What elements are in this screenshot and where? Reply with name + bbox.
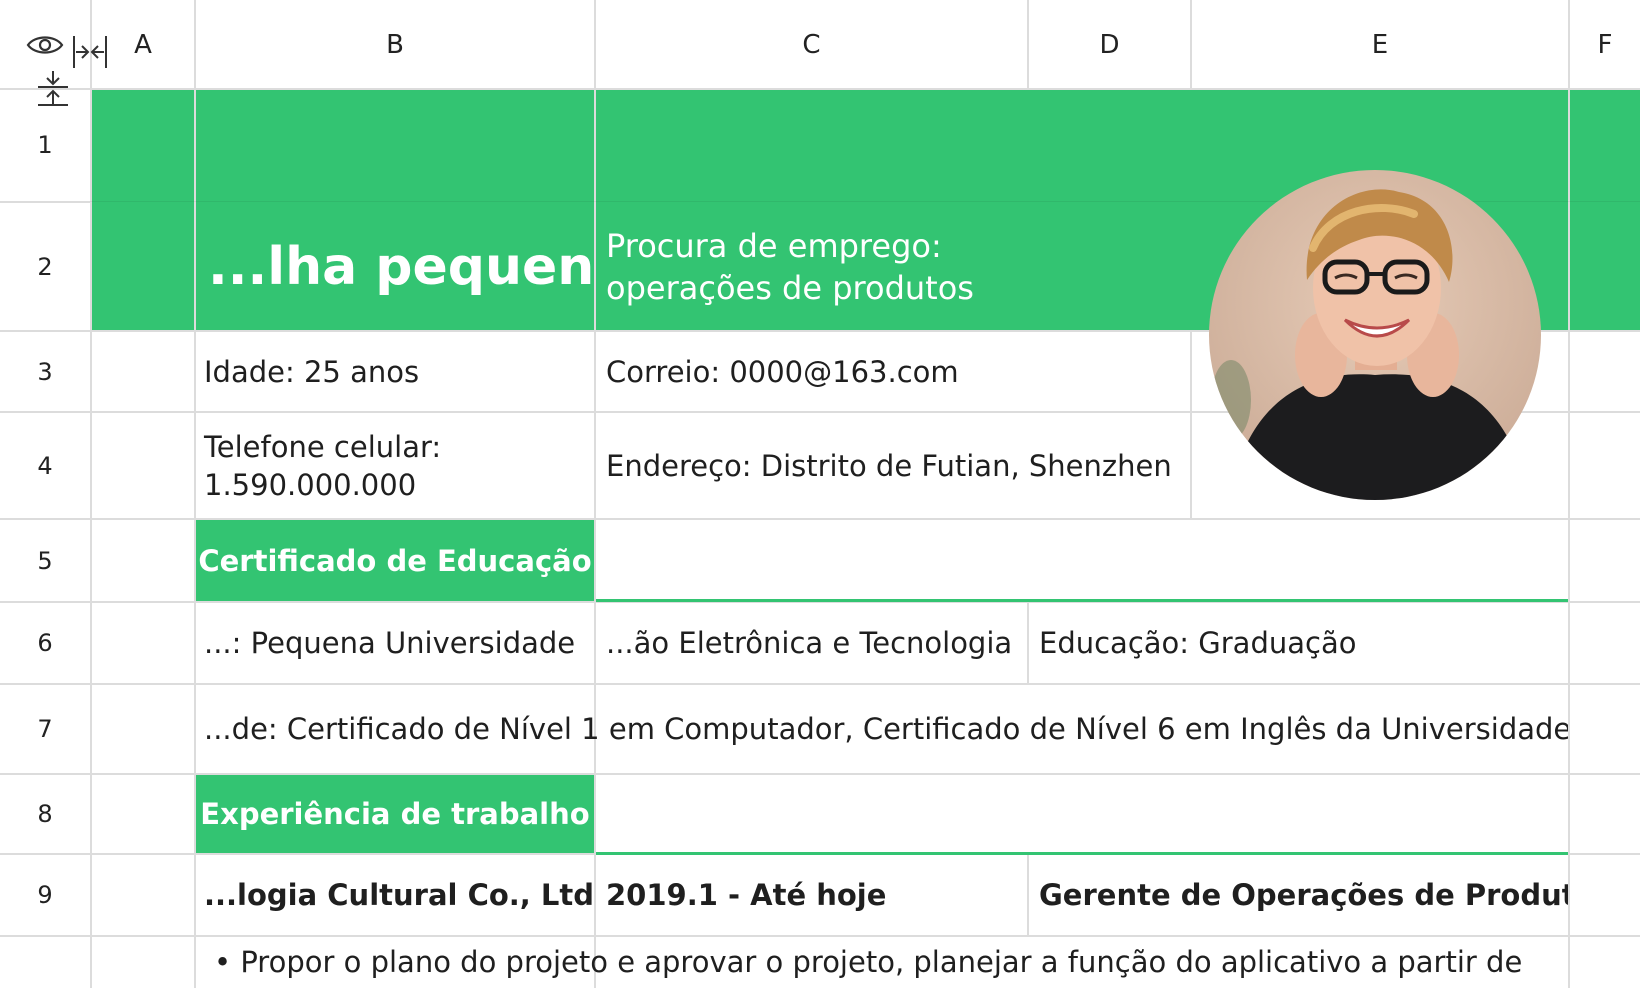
row-header-1[interactable]: 1 [0,89,90,201]
certificates-cell[interactable]: ...de: Certificado de Nível 1 em Computa… [194,685,1568,773]
phone-cell[interactable]: Telefone celular: 1.590.000.000 [194,413,524,518]
column-header-c[interactable]: C [596,0,1027,89]
row-header-6[interactable]: 6 [0,603,90,683]
column-header-e[interactable]: E [1192,0,1568,89]
degree-cell[interactable]: Educação: Graduação [1029,603,1568,683]
row-header-2[interactable]: 2 [0,203,90,330]
grid-line [1568,0,1570,988]
spreadsheet[interactable]: A B C D E F 1 2 3 4 5 6 7 8 9 ...lha peq… [0,0,1640,988]
column-header-f[interactable]: F [1570,0,1640,89]
eye-icon[interactable] [26,32,64,58]
company-cell[interactable]: ...logia Cultural Co., Ltd. [194,855,594,935]
job-target-cell[interactable]: Procura de emprego: operações de produto… [596,203,1026,330]
grid-line [90,0,92,988]
email-cell[interactable]: Correio: 0000@163.com [596,332,1190,411]
row-header-3[interactable]: 3 [0,332,90,411]
grid-line [1190,331,1192,519]
school-cell[interactable]: ...: Pequena Universidade [194,603,594,683]
profile-photo-image [1209,170,1541,500]
position-cell[interactable]: Gerente de Operações de Produto [1029,855,1568,935]
column-header-b[interactable]: B [196,0,594,89]
profile-photo[interactable] [1209,170,1541,500]
row-header-7[interactable]: 7 [0,685,90,773]
name-cell[interactable]: ...lha pequena [194,203,594,330]
column-header-d[interactable]: D [1029,0,1190,89]
work-section-header[interactable]: Experiência de trabalho [196,775,594,853]
row-header-4[interactable]: 4 [0,413,90,518]
address-cell[interactable]: Endereço: Distrito de Futian, Shenzhen [596,413,1190,518]
row-header-5[interactable]: 5 [0,520,90,601]
education-divider [596,599,1568,602]
age-cell[interactable]: Idade: 25 anos [194,332,594,411]
period-cell[interactable]: 2019.1 - Até hoje [596,855,1027,935]
column-header-a[interactable]: A [92,0,194,89]
major-cell[interactable]: ...ão Eletrônica e Tecnologia [596,603,1027,683]
work-description-cell[interactable]: • Propor o plano do projeto e aprovar o … [204,937,1568,993]
row-header-9[interactable]: 9 [0,855,90,935]
education-section-header[interactable]: Certificado de Educação [196,520,594,601]
row-header-8[interactable]: 8 [0,775,90,853]
